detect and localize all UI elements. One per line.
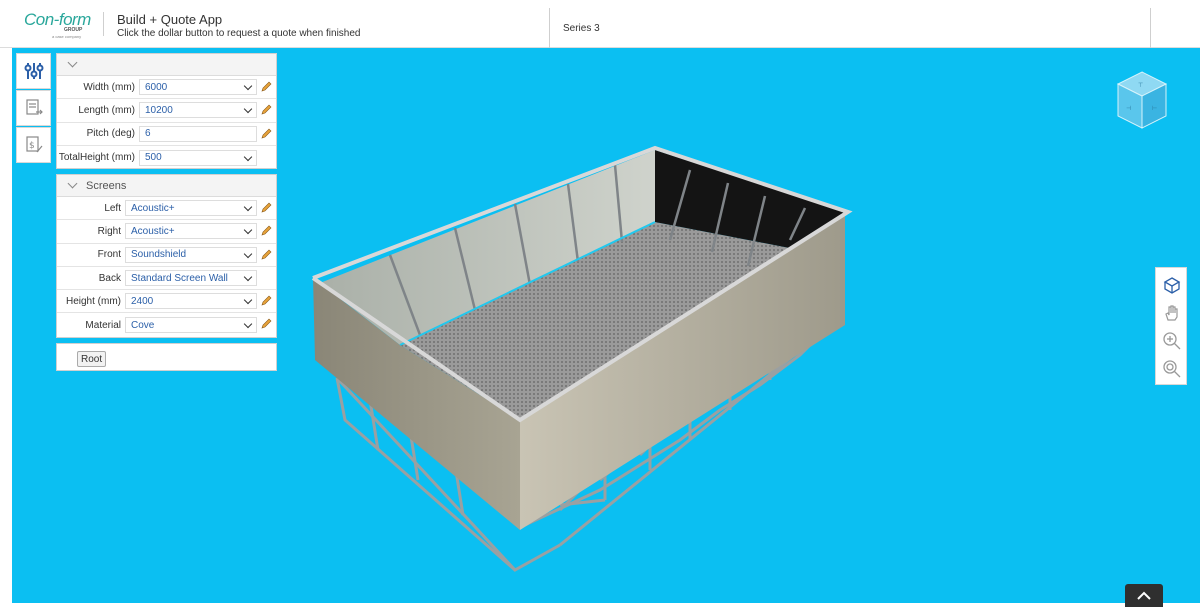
dimensions-panel: Width (mm) 6000 Length (mm) 10200 Pitch … [56, 53, 277, 169]
screen-right-row: Right Acoustic+ [57, 220, 276, 244]
root-button[interactable]: Root [77, 351, 107, 367]
document-arrow-icon [25, 99, 43, 115]
sliders-icon [24, 63, 43, 79]
screen-height-row: Height (mm) 2400 [57, 290, 276, 314]
totalheight-select[interactable]: 500 [139, 149, 257, 166]
screens-title: Screens [86, 179, 127, 192]
view-cube-icon[interactable]: ⊤ ⊣ ⊢ [1116, 70, 1168, 130]
screen-front-select[interactable]: Soundshield [125, 246, 257, 263]
zoom-in-icon[interactable] [1162, 331, 1182, 351]
pencil-icon[interactable] [260, 104, 272, 116]
width-select[interactable]: 6000 [139, 79, 257, 96]
pitch-row: Pitch (deg) 6 [57, 123, 276, 146]
scroll-top-button[interactable] [1125, 584, 1163, 607]
screen-back-row: Back Standard Screen Wall [57, 267, 276, 291]
chevron-down-icon [243, 226, 253, 235]
screen-left-row: Left Acoustic+ [57, 197, 276, 221]
app-title: Build + Quote App [117, 12, 223, 27]
app-header: Con-form GROUP a case company Build + Qu… [0, 0, 1200, 48]
chevron-down-icon [67, 178, 78, 189]
screens-panel-header[interactable]: Screens [57, 175, 276, 197]
screen-height-select[interactable]: 2400 [125, 293, 257, 310]
logo-subtext: a case company [52, 34, 82, 39]
totalheight-label: TotalHeight (mm) [58, 152, 135, 164]
width-label: Width (mm) [83, 81, 135, 93]
chevron-down-icon [243, 296, 253, 305]
screen-right-label: Right [97, 225, 121, 237]
screen-material-row: Material Cove [57, 313, 276, 336]
chevron-down-icon [243, 202, 253, 212]
chevron-down-icon [67, 57, 78, 68]
screen-left-label: Left [104, 202, 121, 214]
logo-group-text: GROUP [64, 27, 83, 33]
dimensions-panel-header[interactable] [57, 54, 276, 76]
svg-text:⊤: ⊤ [1138, 82, 1143, 89]
pan-hand-icon[interactable] [1162, 303, 1182, 323]
pitch-input[interactable]: 6 [139, 125, 257, 142]
cube-view-icon[interactable] [1162, 275, 1182, 295]
zoom-fit-icon[interactable] [1162, 359, 1182, 379]
svg-text:⊣: ⊣ [1126, 105, 1131, 112]
screen-back-select[interactable]: Standard Screen Wall [125, 270, 257, 287]
screen-left-select[interactable]: Acoustic+ [125, 200, 257, 217]
pencil-icon[interactable] [260, 128, 272, 140]
pencil-icon[interactable] [260, 81, 272, 93]
quote-tab[interactable]: $ [16, 127, 51, 163]
totalheight-row: TotalHeight (mm) 500 [57, 146, 276, 169]
chevron-down-icon [243, 319, 253, 329]
chevron-down-icon [243, 272, 253, 282]
chevron-up-icon [1137, 591, 1151, 600]
root-panel: Root [56, 343, 277, 371]
screens-panel: Screens Left Acoustic+ Right Acoustic+ F… [56, 174, 277, 338]
length-row: Length (mm) 10200 [57, 99, 276, 123]
app-subtitle: Click the dollar button to request a quo… [117, 28, 361, 39]
chevron-down-icon [243, 152, 253, 161]
length-select[interactable]: 10200 [139, 102, 257, 119]
width-row: Width (mm) 6000 [57, 76, 276, 100]
chevron-down-icon [243, 81, 253, 91]
chevron-down-icon [243, 105, 253, 114]
screen-material-select[interactable]: Cove [125, 317, 257, 334]
chevron-down-icon [243, 249, 253, 258]
pencil-icon[interactable] [260, 249, 272, 261]
screen-material-label: Material [85, 319, 121, 331]
header-divider [103, 12, 104, 36]
svg-text:$: $ [29, 141, 35, 151]
screen-front-row: Front Soundshield [57, 244, 276, 267]
bottom-strip [0, 603, 1200, 607]
dollar-pencil-icon: $ [25, 136, 42, 153]
pencil-icon[interactable] [260, 202, 272, 214]
pencil-icon[interactable] [260, 225, 272, 237]
export-tab[interactable] [16, 90, 51, 126]
series-label: Series 3 [563, 23, 600, 34]
screen-back-label: Back [98, 272, 121, 284]
pencil-icon[interactable] [260, 295, 272, 307]
view-toolbar [1155, 267, 1187, 385]
screen-right-select[interactable]: Acoustic+ [125, 223, 257, 240]
side-tabs: $ [16, 53, 52, 164]
svg-text:⊢: ⊢ [1152, 105, 1157, 112]
screen-height-label: Height (mm) [65, 295, 121, 307]
conform-logo[interactable]: Con-form GROUP a case company [24, 10, 94, 40]
pitch-label: Pitch (deg) [86, 128, 135, 140]
series-selector[interactable]: Series 3 [549, 8, 1151, 48]
length-label: Length (mm) [78, 104, 135, 116]
configure-tab[interactable] [16, 53, 51, 89]
screen-front-label: Front [97, 249, 121, 261]
pencil-icon[interactable] [260, 318, 272, 330]
